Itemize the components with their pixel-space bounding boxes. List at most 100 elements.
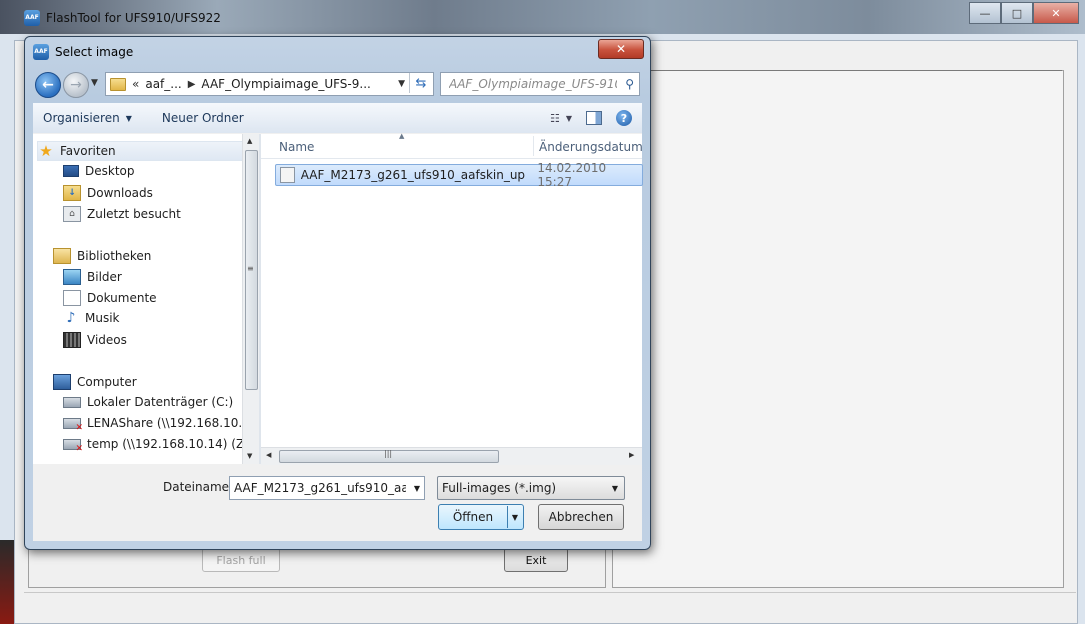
filename-input[interactable]: AAF_M2173_g261_ufs910_aafskin bbox=[234, 481, 406, 495]
scroll-left-arrow-icon[interactable]: ◀ bbox=[266, 451, 271, 459]
exit-button[interactable]: Exit bbox=[504, 548, 568, 572]
downloads-folder-icon: ↓ bbox=[63, 185, 81, 201]
close-button[interactable]: ✕ bbox=[1033, 2, 1079, 24]
nav-item-pictures[interactable]: Bilder bbox=[63, 269, 122, 285]
file-list-horizontal-scrollbar[interactable]: ◀ ||| ▶ bbox=[261, 447, 642, 465]
folder-icon bbox=[110, 77, 126, 91]
search-input[interactable]: AAF_Olympiaimage_UFS-910-... bbox=[449, 77, 617, 91]
recent-locations-dropdown[interactable]: ▼ bbox=[91, 78, 98, 88]
preview-pane-icon[interactable] bbox=[586, 111, 602, 125]
open-label: Öffnen bbox=[452, 510, 494, 524]
nav-item-favorites[interactable]: ★ Favoriten bbox=[37, 141, 245, 161]
main-window-controls: — □ ✕ bbox=[969, 2, 1079, 24]
breadcrumb-aaf[interactable]: aaf_... bbox=[145, 77, 181, 91]
help-icon[interactable]: ? bbox=[616, 110, 632, 126]
dialog-toolbar: Organisieren ▼ Neuer Ordner ☷ ▼ ? bbox=[33, 103, 642, 134]
app-icon: AAF bbox=[24, 10, 40, 26]
nav-label: temp (\\192.168.10.14) (Z:) bbox=[87, 437, 253, 451]
nav-label: Bilder bbox=[87, 270, 122, 284]
chevron-down-icon: ▼ bbox=[125, 113, 132, 123]
nav-label: Dokumente bbox=[87, 291, 157, 305]
maximize-button[interactable]: □ bbox=[1001, 2, 1033, 24]
scrollbar-grip-icon: ≡ bbox=[247, 264, 254, 273]
nav-label: Bibliotheken bbox=[77, 249, 152, 263]
navigation-scrollbar[interactable]: ▲ ≡ ▼ bbox=[242, 134, 260, 464]
nav-item-documents[interactable]: Dokumente bbox=[63, 290, 157, 306]
file-row[interactable]: AAF_M2173_g261_ufs910_aafskin_update... … bbox=[275, 161, 643, 189]
nav-item-lenashare[interactable]: LENAShare (\\192.168.10.150) bbox=[63, 416, 259, 433]
filetype-value: Full-images (*.img) bbox=[442, 481, 557, 495]
documents-icon bbox=[63, 290, 81, 306]
new-folder-button[interactable]: Neuer Ordner bbox=[162, 111, 244, 125]
column-header-name[interactable]: Name bbox=[279, 140, 314, 154]
dialog-title: Select image bbox=[55, 45, 134, 59]
chevron-down-icon: ▼ bbox=[565, 113, 572, 123]
nav-item-desktop[interactable]: Desktop bbox=[63, 164, 135, 178]
refresh-icon[interactable]: ⇆ bbox=[409, 73, 432, 93]
main-titlebar: AAF FlashTool for UFS910/UFS922 — □ ✕ bbox=[0, 0, 1085, 34]
minimize-button[interactable]: — bbox=[969, 2, 1001, 24]
nav-item-downloads[interactable]: ↓ Downloads bbox=[63, 185, 153, 201]
nav-label: Musik bbox=[85, 311, 120, 325]
new-folder-label: Neuer Ordner bbox=[161, 111, 244, 125]
search-icon[interactable]: ⚲ bbox=[625, 77, 634, 91]
address-dropdown-icon[interactable]: ▼ bbox=[398, 79, 405, 89]
column-headers: ▲ Name Änderungsdatum bbox=[261, 132, 643, 159]
filename-label: Dateiname: bbox=[163, 480, 234, 494]
nav-item-music[interactable]: ♪ Musik bbox=[63, 310, 120, 326]
recent-places-icon: ⌂ bbox=[63, 206, 81, 222]
desktop-background bbox=[0, 540, 14, 624]
scroll-down-arrow-icon[interactable]: ▼ bbox=[247, 452, 252, 460]
nav-item-drive-c[interactable]: Lokaler Datenträger (C:) bbox=[63, 395, 233, 409]
forward-arrow-icon[interactable]: → bbox=[63, 72, 89, 98]
organize-menu[interactable]: Organisieren ▼ bbox=[43, 111, 132, 125]
nav-item-temp[interactable]: temp (\\192.168.10.14) (Z:) bbox=[63, 437, 253, 454]
flash-full-button[interactable]: Flash full bbox=[202, 548, 280, 572]
navigation-pane: ★ Favoriten Desktop ↓ Downloads ⌂ Zuletz… bbox=[33, 134, 259, 464]
open-split-dropdown-icon[interactable]: ▼ bbox=[507, 506, 522, 528]
dialog-app-icon: AAF bbox=[33, 44, 49, 60]
toolbar-right: ☷ ▼ ? bbox=[550, 110, 632, 126]
search-box[interactable]: AAF_Olympiaimage_UFS-910-... ⚲ bbox=[440, 72, 640, 96]
address-bar[interactable]: « aaf_... ▶ AAF_Olympiaimage_UFS-9... ▼ bbox=[105, 72, 434, 96]
cancel-button[interactable]: Abbrechen bbox=[538, 504, 624, 530]
nav-item-videos[interactable]: Videos bbox=[63, 332, 127, 348]
back-arrow-icon[interactable]: ← bbox=[35, 72, 61, 98]
file-date: 14.02.2010 15:27 bbox=[537, 161, 607, 189]
disconnected-network-drive-icon bbox=[63, 438, 83, 454]
select-image-dialog: AAF Select image ✕ ← → ▼ « aaf_... ▶ AAF… bbox=[24, 36, 651, 550]
desktop-icon bbox=[63, 165, 79, 177]
open-button[interactable]: Öffnen ▼ bbox=[438, 504, 524, 530]
chevron-down-icon[interactable]: ▼ bbox=[414, 484, 420, 493]
chevron-down-icon: ▼ bbox=[611, 483, 618, 493]
column-header-date[interactable]: Änderungsdatum bbox=[539, 140, 643, 154]
dialog-close-button[interactable]: ✕ bbox=[598, 39, 644, 59]
main-status-area bbox=[24, 592, 1076, 621]
nav-label: Lokaler Datenträger (C:) bbox=[87, 395, 234, 409]
nav-item-libraries[interactable]: Bibliotheken bbox=[53, 248, 151, 264]
filetype-select[interactable]: Full-images (*.img) ▼ bbox=[437, 476, 625, 500]
disconnected-network-drive-icon bbox=[63, 417, 83, 433]
file-list: ▲ Name Änderungsdatum AAF_M2173_g261_ufs… bbox=[261, 132, 643, 464]
scroll-up-arrow-icon[interactable]: ▲ bbox=[247, 137, 252, 145]
breadcrumb-separator-icon[interactable]: ▶ bbox=[188, 79, 196, 90]
video-film-icon bbox=[63, 332, 81, 348]
address-overflow[interactable]: « bbox=[132, 77, 139, 91]
nav-item-recent[interactable]: ⌂ Zuletzt besucht bbox=[63, 206, 181, 222]
change-view-button[interactable]: ☷ ▼ bbox=[550, 112, 572, 125]
computer-icon bbox=[53, 374, 71, 390]
main-right-panel bbox=[612, 70, 1064, 588]
column-divider[interactable] bbox=[533, 136, 534, 156]
nav-label: Zuletzt besucht bbox=[87, 207, 181, 221]
nav-item-computer[interactable]: Computer bbox=[53, 374, 137, 390]
main-divider bbox=[612, 70, 1062, 71]
scrollbar-grip-icon: ||| bbox=[384, 449, 393, 458]
filename-combobox[interactable]: AAF_M2173_g261_ufs910_aafskin ▼ bbox=[229, 476, 425, 500]
sort-ascending-icon: ▲ bbox=[399, 132, 405, 140]
libraries-icon bbox=[53, 248, 71, 264]
nav-label: Downloads bbox=[87, 186, 153, 200]
view-list-icon: ☷ bbox=[549, 111, 560, 125]
scroll-right-arrow-icon[interactable]: ▶ bbox=[629, 451, 634, 459]
breadcrumb-current-folder[interactable]: AAF_Olympiaimage_UFS-9... bbox=[201, 77, 370, 91]
file-name: AAF_M2173_g261_ufs910_aafskin_update... bbox=[300, 168, 526, 182]
